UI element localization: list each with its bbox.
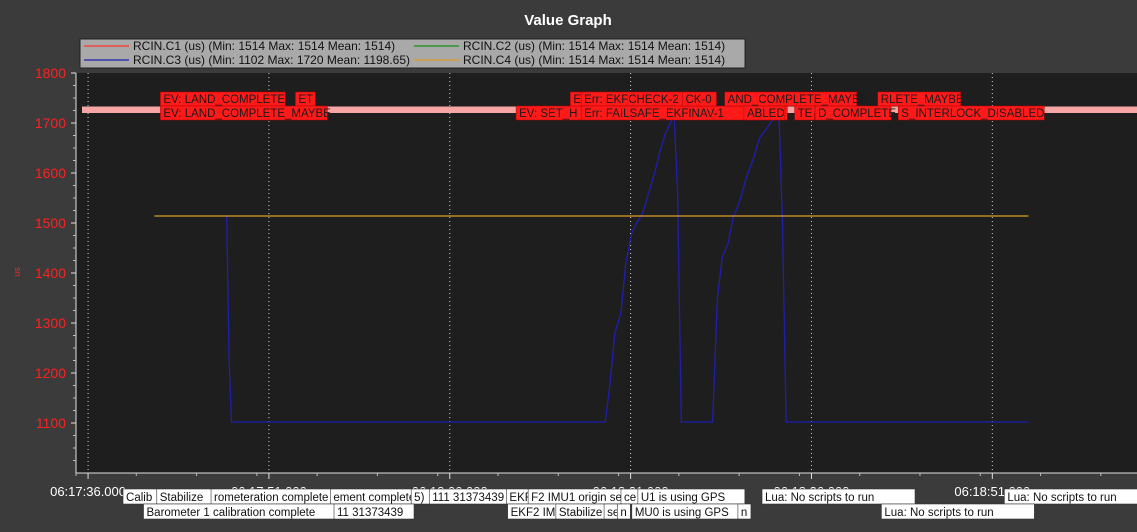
message-annotation-text-18: MU0 is using GPS <box>635 507 729 519</box>
y-tick-label-7: 1800 <box>35 65 66 81</box>
y-axis-label: us <box>12 267 22 277</box>
x-tick-label-0: 06:17:36.000 <box>50 484 126 499</box>
event-annotation-text-1: ET <box>298 94 313 106</box>
event-annotation-text-0: EV: LAND_COMPLETE <box>163 94 285 106</box>
message-annotation-text-7: F2 IMU1 origin set <box>531 492 626 504</box>
legend[interactable]: RCIN.C1 (us) (Min: 1514 Max: 1514 Mean: … <box>79 38 746 69</box>
message-annotation-text-3: ement complete <box>333 492 415 504</box>
value-graph-chart[interactable]: Value Graph 1100 1200 1300 1400 1500 1600 1700… <box>0 0 1137 532</box>
event-annotation-text-9: AND_COMPLETE_MAYBE <box>728 94 868 106</box>
event-annotation-text-13: D_COMPLETE <box>818 108 896 120</box>
event-annotation-text-7: CK-0 <box>685 94 711 106</box>
event-annotation-text-6: Err: FAILSAFE_EKFINAV-1 <box>584 108 724 120</box>
message-annotation-text-10: Lua: No scripts to run <box>765 492 874 504</box>
message-annotation-text-4: 5) <box>414 492 424 504</box>
event-annotation-text-3: EV: SET_H <box>519 108 577 120</box>
message-annotation-text-19: n <box>741 507 747 519</box>
y-tick-label-5: 1600 <box>35 165 66 181</box>
y-tick-label-6: 1700 <box>35 115 66 131</box>
message-annotation-text-13: 11 31373439 <box>337 507 403 519</box>
message-annotation-text-9: U1 is using GPS <box>641 492 726 504</box>
message-annotation-text-15: Stabilize <box>559 507 602 519</box>
event-annotation-text-4: E <box>573 94 581 106</box>
event-annotation-text-14: S_INTERLOCK_DISABLED <box>901 108 1044 120</box>
y-tick-label-3: 1400 <box>35 265 66 281</box>
message-annotation-text-20: Lua: No scripts to run <box>884 507 993 519</box>
y-tick-label-1: 1200 <box>35 365 66 381</box>
value-graph-window: Value Graph 1100 1200 1300 1400 1500 1600 1700… <box>0 0 1137 532</box>
y-tick-label-4: 1500 <box>35 215 66 231</box>
y-tick-label-0: 1100 <box>36 415 66 431</box>
y-tick-label-2: 1300 <box>35 315 66 331</box>
message-annotation-text-8: ce <box>624 492 636 504</box>
message-annotation-text-11: Lua: No scripts to run <box>1007 492 1116 504</box>
event-annotation-text-2: EV: LAND_COMPLETE_MAYBE <box>163 108 331 120</box>
legend-label-0: RCIN.C1 (us) (Min: 1514 Max: 1514 Mean: … <box>133 39 395 53</box>
event-annotation-text-5: Err: EKFCHECK-2 <box>584 94 679 106</box>
legend-label-3: RCIN.C4 (us) (Min: 1514 Max: 1514 Mean: … <box>463 53 725 67</box>
message-annotation-text-17: n <box>620 507 626 519</box>
legend-label-2: RCIN.C3 (us) (Min: 1102 Max: 1720 Mean: … <box>133 53 410 67</box>
legend-label-1: RCIN.C2 (us) (Min: 1514 Max: 1514 Mean: … <box>463 39 725 53</box>
event-annotation-text-11: ABLED <box>747 108 785 120</box>
event-annotation-text-12: TE <box>798 108 813 120</box>
message-annotation-text-5: 111 31373439 <box>432 492 504 504</box>
message-annotation-text-2: rometeration complete <box>214 492 328 504</box>
chart-title: Value Graph <box>524 12 612 29</box>
message-annotation-text-12: Barometer 1 calibration complete <box>147 507 316 519</box>
event-annotation-text-10: RLETE_MAYBE <box>881 94 964 106</box>
message-annotation-text-1: Stabilize <box>160 492 203 504</box>
message-annotation-text-0: Calib <box>126 492 152 504</box>
